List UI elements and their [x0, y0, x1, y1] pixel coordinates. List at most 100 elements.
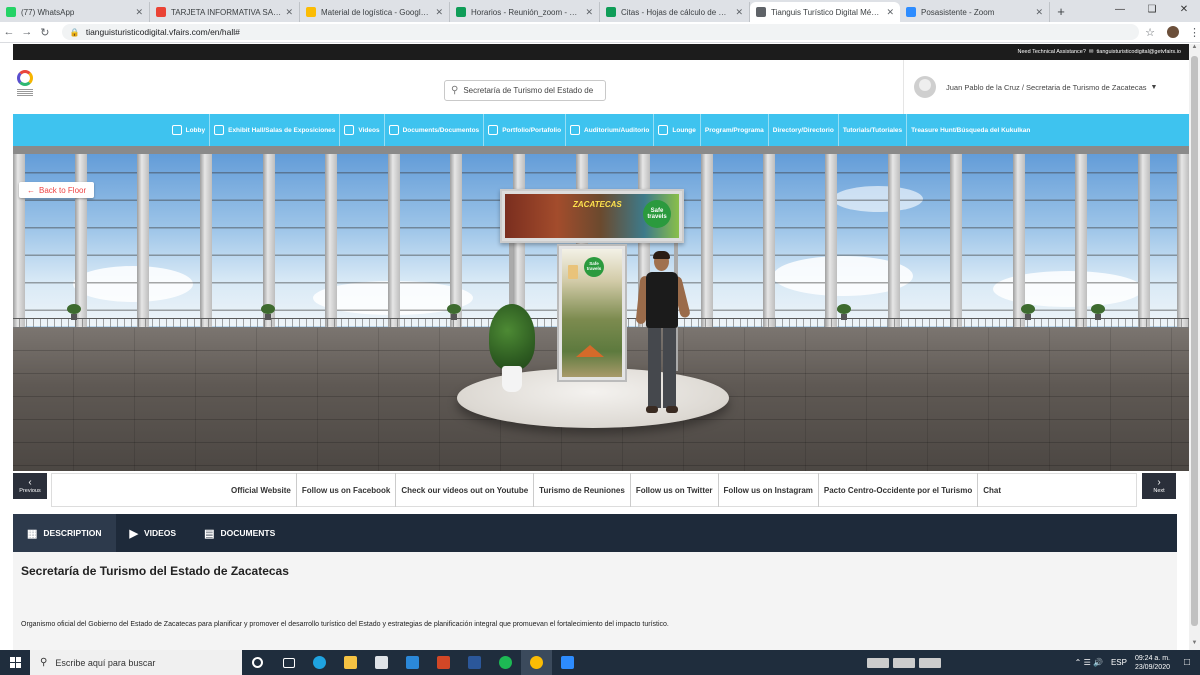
browser-tab[interactable]: Citas - Hojas de cálculo de Goog ✕ — [600, 2, 750, 22]
profile-avatar[interactable] — [1167, 26, 1179, 38]
bookmark-star-icon[interactable]: ☆ — [1145, 26, 1155, 39]
user-menu[interactable]: Juan Pablo de la Cruz / Secretaria de Tu… — [903, 60, 1189, 114]
scroll-up-icon[interactable]: ▲ — [1189, 44, 1200, 54]
tab-favicon-icon — [456, 7, 466, 17]
browser-tab[interactable]: Tianguis Turístico Digital México ✕ — [750, 2, 900, 22]
menu-item[interactable]: Lobby — [168, 114, 211, 146]
menu-item[interactable]: Treasure Hunt/Búsqueda del Kukulkan — [907, 114, 1034, 146]
browser-tab[interactable]: (77) WhatsApp ✕ — [0, 2, 150, 22]
close-tab-icon[interactable]: ✕ — [135, 7, 143, 18]
tab-title: Material de logística - Google Dr — [321, 7, 432, 17]
taskbar-app[interactable] — [335, 650, 366, 675]
search-input[interactable]: ⚲ Secretaría de Turismo del Estado de — [444, 80, 606, 101]
scrollbar-thumb[interactable] — [1191, 56, 1198, 626]
new-tab-button[interactable]: + — [1050, 2, 1072, 22]
menu-item[interactable]: Videos — [340, 114, 385, 146]
taskbar-app[interactable] — [459, 650, 490, 675]
menu-item[interactable]: Lounge — [654, 114, 701, 146]
page-scrollbar[interactable]: ▲ ▼ — [1189, 44, 1200, 650]
reload-icon[interactable]: ↻ — [36, 26, 54, 39]
store-icon — [375, 656, 388, 669]
browser-tab[interactable]: Horarios - Reunión_zoom - Hoja ✕ — [450, 2, 600, 22]
forward-arrow-icon[interactable]: → — [18, 26, 36, 38]
menu-item-label: Portfolio/Portafolio — [502, 126, 562, 134]
back-arrow-icon[interactable]: ← — [0, 26, 18, 38]
url-field[interactable]: 🔒 tianguisturisticodigital.vfairs.com/en… — [61, 24, 1140, 40]
chevron-down-icon: ▼ — [1150, 83, 1158, 91]
next-button[interactable]: › Next — [1142, 473, 1176, 499]
tray-icons[interactable]: ⌃ ☰ 🔊 — [1075, 658, 1103, 667]
booth-link[interactable]: Turismo de Reuniones — [534, 473, 631, 507]
back-to-floor-button[interactable]: ← Back to Floor — [19, 182, 95, 198]
close-tab-icon[interactable]: ✕ — [735, 7, 743, 18]
tab-favicon-icon — [306, 7, 316, 17]
booth-link[interactable]: Follow us on Twitter — [631, 473, 719, 507]
taskbar-app[interactable] — [490, 650, 521, 675]
tab-videos[interactable]: ▶ VIDEOS — [116, 514, 191, 552]
taskbar-app[interactable] — [552, 650, 583, 675]
taskbar-app[interactable] — [242, 650, 273, 675]
menu-item-label: Documents/Documentos — [402, 126, 480, 134]
menu-item-label: Treasure Hunt/Búsqueda del Kukulkan — [911, 126, 1031, 134]
menu-item[interactable]: Directory/Directorio — [769, 114, 839, 146]
menu-item-label: Lounge — [672, 126, 696, 134]
taskbar-app[interactable] — [521, 650, 552, 675]
close-tab-icon[interactable]: ✕ — [1035, 7, 1043, 18]
close-window-icon[interactable]: ✕ — [1168, 0, 1200, 22]
chevron-left-icon: ‹ — [28, 477, 32, 488]
booth-link[interactable]: Pacto Centro-Occidente por el Turismo — [819, 473, 979, 507]
assistance-email[interactable]: tianguisturisticodigital@getvfairs.io — [1097, 49, 1181, 55]
booth-link[interactable]: Chat — [978, 473, 1006, 507]
minimize-icon[interactable]: — — [1104, 0, 1136, 22]
taskbar-app[interactable] — [428, 650, 459, 675]
menu-item[interactable]: Documents/Documentos — [385, 114, 485, 146]
booth-link[interactable]: Official Website — [226, 473, 297, 507]
event-logo[interactable] — [17, 70, 35, 100]
menu-item[interactable]: Portfolio/Portafolio — [484, 114, 567, 146]
taskbar-search-input[interactable]: ⚲ Escribe aquí para buscar — [30, 650, 242, 675]
address-bar-row: ← → ↻ 🔒 tianguisturisticodigital.vfairs.… — [0, 22, 1200, 43]
language-indicator[interactable]: ESP — [1111, 658, 1127, 667]
booth-host-avatar[interactable] — [634, 251, 691, 414]
start-button[interactable] — [0, 650, 30, 675]
technical-assistance-bar: Need Technical Assistance? ✉ tianguistur… — [13, 44, 1189, 60]
menu-item-label: Program/Programa — [704, 126, 764, 134]
menu-item[interactable]: Auditorium/Auditorio — [566, 114, 655, 146]
notifications-icon[interactable]: □ — [1178, 657, 1196, 668]
menu-item-icon — [488, 125, 499, 135]
booth-link[interactable]: Follow us on Facebook — [297, 473, 397, 507]
taskbar-app[interactable] — [273, 650, 304, 675]
scroll-down-icon[interactable]: ▼ — [1189, 640, 1200, 650]
menu-item-icon — [388, 125, 399, 135]
restore-icon[interactable]: ❑ — [1136, 0, 1168, 22]
booth-totem-poster[interactable]: Safe travels — [557, 244, 627, 382]
close-tab-icon[interactable]: ✕ — [585, 7, 593, 18]
browser-tab[interactable]: Posasistente - Zoom ✕ — [900, 2, 1050, 22]
close-tab-icon[interactable]: ✕ — [285, 7, 293, 18]
close-tab-icon[interactable]: ✕ — [886, 7, 894, 18]
menu-item-label: Exhibit Hall/Salas de Exposiciones — [228, 126, 336, 134]
clock[interactable]: 09:24 a. m. 23/09/2020 — [1135, 654, 1170, 672]
close-tab-icon[interactable]: ✕ — [435, 7, 443, 18]
browser-menu-icon[interactable]: ⋮ — [1189, 26, 1200, 39]
exhibit-hall-scene: ← Back to Floor ZACATECAS Safe travels S… — [13, 146, 1189, 471]
taskbar-app[interactable] — [304, 650, 335, 675]
booth-link[interactable]: Follow us on Instagram — [719, 473, 819, 507]
user-name: Juan Pablo de la Cruz / Secretaria de Tu… — [946, 82, 1147, 92]
browser-tab[interactable]: TARJETA INFORMATIVA SANDRA ✕ — [150, 2, 300, 22]
back-to-floor-label: Back to Floor — [39, 185, 87, 195]
browser-tab[interactable]: Material de logística - Google Dr ✕ — [300, 2, 450, 22]
tab-title: Tianguis Turístico Digital México — [771, 7, 883, 17]
menu-item[interactable]: Exhibit Hall/Salas de Exposiciones — [210, 114, 341, 146]
previous-button[interactable]: ‹ Previous — [13, 473, 47, 499]
tab-documents[interactable]: ▤ DOCUMENTS — [190, 514, 289, 552]
booth-banner[interactable]: ZACATECAS Safe travels — [500, 189, 684, 243]
tab-description[interactable]: ▦ DESCRIPTION — [13, 514, 116, 552]
taskbar-app[interactable] — [397, 650, 428, 675]
menu-item[interactable]: Program/Programa — [701, 114, 769, 146]
menu-item[interactable]: Tutorials/Tutoriales — [839, 114, 908, 146]
tab-favicon-icon — [906, 7, 916, 17]
booth-link[interactable]: Check our videos out on Youtube — [396, 473, 535, 507]
taskbar-app[interactable] — [366, 650, 397, 675]
banner-brand: ZACATECAS — [573, 200, 622, 209]
